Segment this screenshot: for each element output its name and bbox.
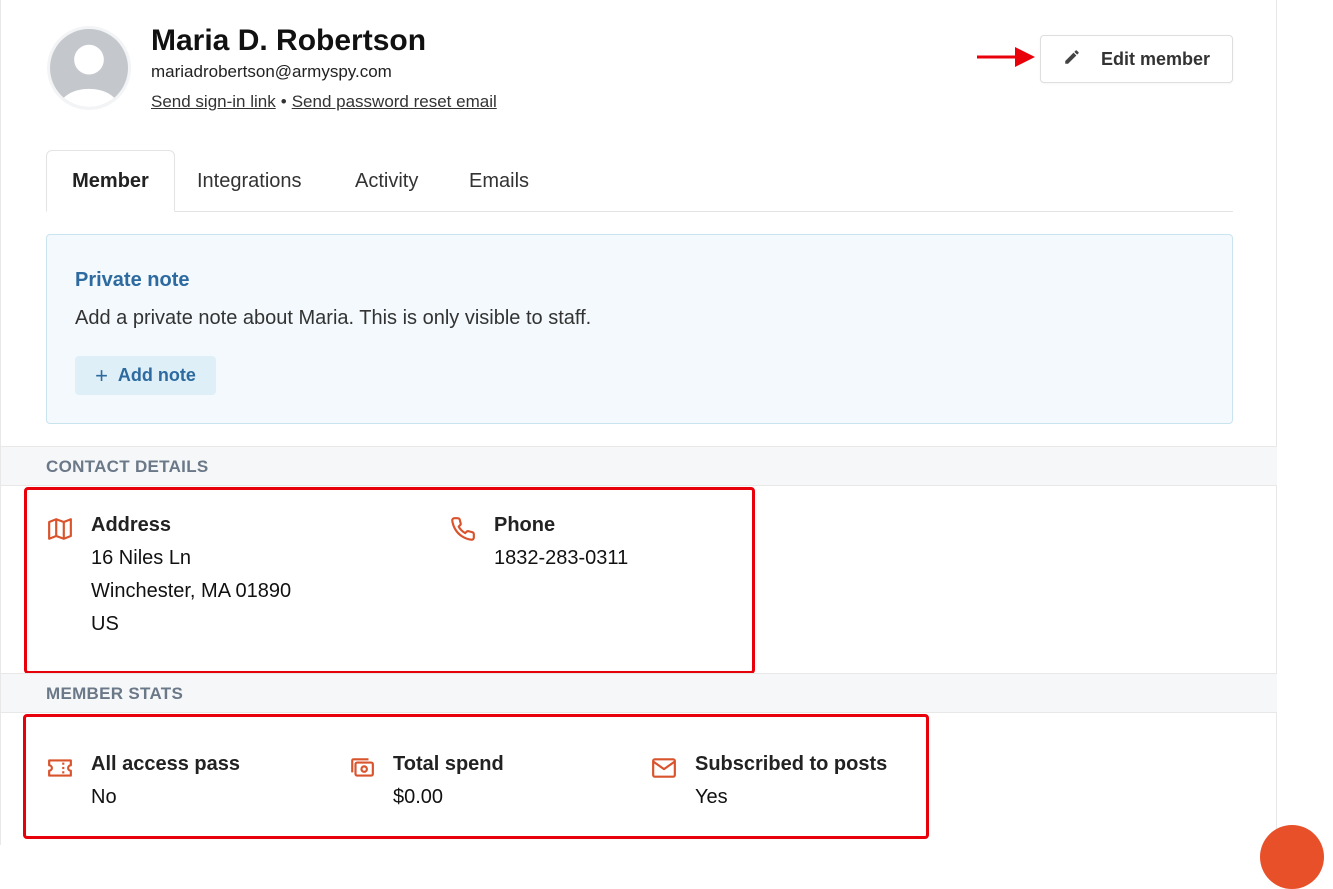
- member-email: mariadrobertson@armyspy.com: [151, 62, 392, 81]
- avatar: [47, 26, 131, 110]
- edit-member-label: Edit member: [1100, 48, 1211, 69]
- subscribed-value: Yes: [695, 786, 728, 808]
- phone-label: Phone: [494, 514, 556, 536]
- private-note-panel: Private note Add a private note about Ma…: [46, 234, 1233, 424]
- send-signin-link[interactable]: Send sign-in link: [151, 92, 276, 111]
- map-icon: [47, 516, 73, 542]
- add-note-label: Add note: [117, 365, 196, 385]
- tab-activity[interactable]: Activity: [355, 150, 418, 212]
- send-password-reset-link[interactable]: Send password reset email: [292, 92, 497, 111]
- tab-integrations[interactable]: Integrations: [197, 150, 302, 212]
- tab-member[interactable]: Member: [46, 150, 175, 212]
- address-label: Address: [91, 514, 172, 536]
- plus-icon: +: [95, 362, 108, 388]
- all-access-pass-label: All access pass: [91, 753, 240, 775]
- money-icon: [349, 755, 375, 781]
- contact-details-heading: CONTACT DETAILS: [46, 457, 209, 476]
- all-access-pass-value: No: [91, 786, 117, 808]
- address-line-1: 16 Niles Ln: [91, 547, 192, 569]
- member-stats-heading: MEMBER STATS: [46, 684, 184, 703]
- tab-emails[interactable]: Emails: [469, 150, 529, 212]
- member-links: Send sign-in link • Send password reset em…: [151, 92, 497, 112]
- default-user-avatar-icon: [50, 29, 128, 107]
- red-arrow-icon: [977, 47, 1035, 67]
- total-spend-label: Total spend: [393, 753, 504, 775]
- member-name: Maria D. Robertson: [151, 24, 427, 57]
- chat-launcher-button[interactable]: [1260, 825, 1324, 889]
- envelope-icon: [651, 755, 677, 781]
- ticket-icon: [47, 755, 73, 781]
- private-note-title: Private note: [75, 269, 190, 291]
- total-spend-value: $0.00: [393, 786, 444, 808]
- link-separator: •: [280, 92, 287, 111]
- edit-member-button[interactable]: Edit member: [1040, 35, 1233, 83]
- stats-highlight-box: [23, 714, 929, 839]
- tab-bar: Member Integrations Activity Emails: [46, 150, 1233, 212]
- add-note-button[interactable]: + Add note: [75, 356, 216, 395]
- phone-value: 1832-283-0311: [494, 547, 629, 569]
- private-note-text: Add a private note about Maria. This is …: [75, 307, 592, 329]
- address-line-2: Winchester, MA 01890: [91, 580, 292, 602]
- member-stats-header: MEMBER STATS: [1, 673, 1277, 713]
- member-page: Maria D. Robertson mariadrobertson@armys…: [0, 0, 1277, 845]
- subscribed-label: Subscribed to posts: [695, 753, 888, 775]
- pencil-icon: [1063, 48, 1081, 71]
- address-line-3: US: [91, 613, 119, 635]
- phone-icon: [450, 516, 476, 542]
- contact-details-header: CONTACT DETAILS: [1, 446, 1277, 486]
